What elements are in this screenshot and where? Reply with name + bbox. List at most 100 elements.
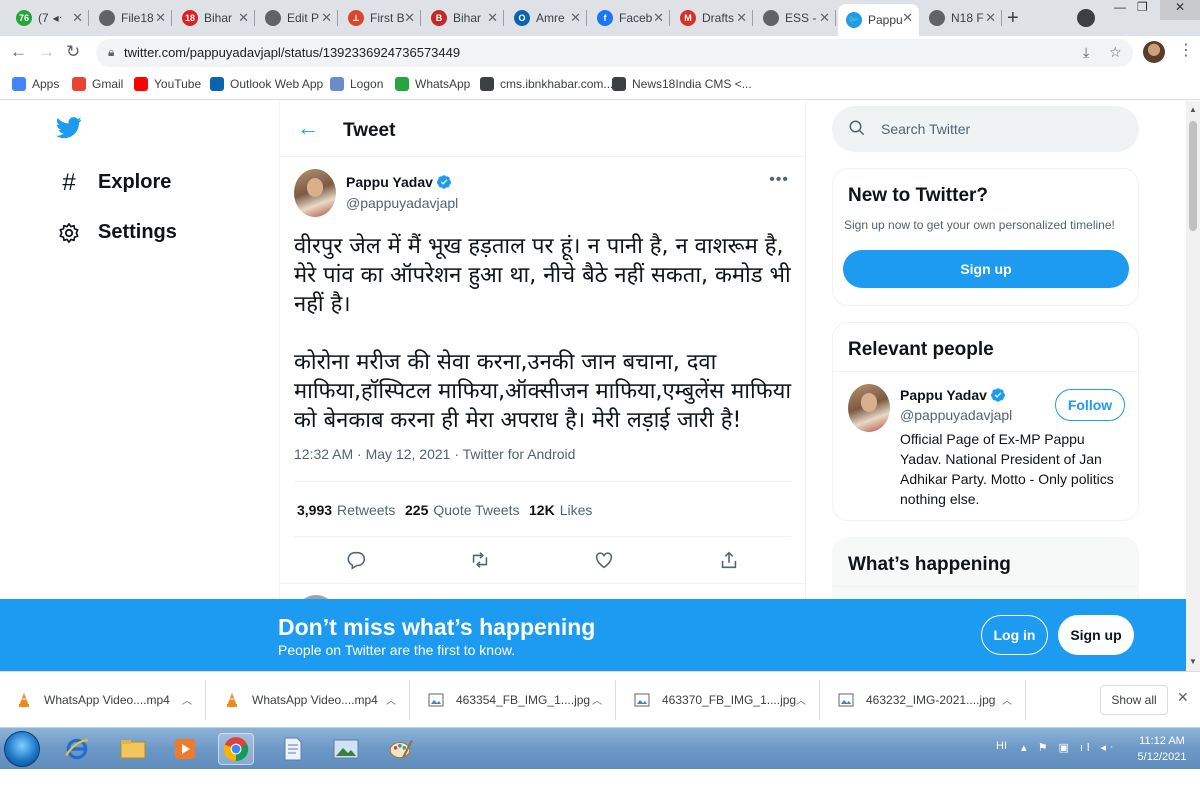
bookmark-item[interactable]: News18India CMS <... bbox=[612, 77, 752, 91]
bookmark-item[interactable]: cms.ibnkhabar.com... bbox=[480, 77, 613, 91]
author-name[interactable]: Pappu Yadav bbox=[346, 174, 452, 190]
retweet-icon[interactable] bbox=[469, 549, 491, 571]
restore-button[interactable]: ❐ bbox=[1137, 0, 1148, 20]
tab-close-icon[interactable]: ✕ bbox=[238, 10, 249, 26]
tab-close-icon[interactable]: ✕ bbox=[819, 10, 830, 26]
bookmark-item[interactable]: Apps bbox=[12, 77, 59, 91]
browser-tab[interactable]: 🐦 Pappu ✕ bbox=[838, 4, 919, 36]
scroll-down-icon[interactable]: ▼ bbox=[1189, 657, 1197, 666]
follow-button[interactable]: Follow bbox=[1055, 389, 1125, 421]
browser-tab[interactable]: B Bihar ✕ bbox=[423, 4, 504, 32]
back-arrow-icon[interactable]: ← bbox=[297, 115, 319, 141]
tab-audio-icon[interactable]: ◂ᐧ bbox=[53, 11, 62, 25]
more-options-icon[interactable]: ••• bbox=[769, 171, 789, 189]
file-explorer-icon[interactable] bbox=[115, 733, 151, 765]
download-item[interactable]: 463354_FB_IMG_1....jpg ︿ bbox=[412, 672, 616, 728]
scroll-up-icon[interactable]: ▲ bbox=[1189, 105, 1197, 114]
install-icon[interactable]: ⤓ bbox=[1083, 44, 1089, 61]
likes-stat[interactable]: 12K Likes bbox=[529, 502, 592, 518]
bookmark-item[interactable]: Gmail bbox=[72, 77, 123, 91]
download-options-chevron-icon[interactable]: ︿ bbox=[796, 692, 806, 707]
retweets-stat[interactable]: 3,993 Retweets bbox=[297, 502, 395, 518]
photo-viewer-icon[interactable] bbox=[328, 733, 364, 765]
system-clock[interactable]: 11:12 AM 5/12/2021 bbox=[1132, 733, 1192, 765]
close-window-button[interactable]: ✕ bbox=[1160, 0, 1200, 20]
input-language[interactable]: HI bbox=[996, 740, 1007, 752]
start-button[interactable] bbox=[4, 731, 40, 767]
internet-explorer-icon[interactable] bbox=[59, 733, 95, 765]
minimize-button[interactable]: — bbox=[1114, 0, 1126, 20]
tab-close-icon[interactable]: ✕ bbox=[985, 10, 996, 26]
tab-search-icon[interactable] bbox=[1077, 9, 1095, 27]
download-options-chevron-icon[interactable]: ︿ bbox=[386, 692, 396, 707]
download-options-chevron-icon[interactable]: ︿ bbox=[1002, 692, 1012, 707]
browser-tab[interactable]: File18 ✕ bbox=[91, 4, 172, 32]
author-avatar[interactable] bbox=[294, 169, 336, 217]
download-options-chevron-icon[interactable]: ︿ bbox=[182, 692, 192, 707]
address-bar[interactable]: 🔒︎ twitter.com/pappuyadavjapl/status/139… bbox=[96, 39, 1133, 67]
share-icon[interactable] bbox=[718, 549, 740, 571]
tab-close-icon[interactable]: ✕ bbox=[487, 10, 498, 26]
nav-settings[interactable]: Settings bbox=[58, 221, 177, 244]
tweet-stats: 3,993 Retweets 225 Quote Tweets 12K Likes bbox=[294, 481, 791, 537]
media-player-icon[interactable] bbox=[167, 733, 203, 765]
search-input[interactable]: Search Twitter bbox=[832, 106, 1139, 152]
relevant-person-handle[interactable]: @pappuyadavjapl bbox=[900, 407, 1012, 423]
browser-tab[interactable]: M Drafts ✕ bbox=[672, 4, 753, 32]
bookmark-item[interactable]: Outlook Web App bbox=[210, 77, 323, 91]
download-options-chevron-icon[interactable]: ︿ bbox=[592, 692, 602, 707]
browser-tab[interactable]: 76 (7 ◂ᐧ ✕ bbox=[8, 4, 89, 32]
notepad-icon[interactable] bbox=[275, 733, 311, 765]
relevant-person-avatar[interactable] bbox=[848, 384, 890, 432]
browser-tab[interactable]: ⟂ First B ✕ bbox=[340, 4, 421, 32]
system-tray-icons[interactable]: ▴ ⚑ ▣ ıl ◂ᐧ bbox=[1021, 741, 1117, 754]
download-item[interactable]: 463232_IMG-2021....jpg ︿ bbox=[822, 672, 1026, 728]
tab-close-icon[interactable]: ✕ bbox=[72, 10, 83, 26]
quote-tweets-stat[interactable]: 225 Quote Tweets bbox=[405, 502, 520, 518]
new-tab-button[interactable]: + bbox=[1007, 7, 1019, 30]
sidebar-signup-button[interactable]: Sign up bbox=[843, 250, 1129, 288]
chrome-icon[interactable] bbox=[218, 733, 254, 765]
bookmark-item[interactable]: Logon bbox=[330, 77, 383, 91]
tab-close-icon[interactable]: ✕ bbox=[653, 10, 664, 26]
download-filename: WhatsApp Video....mp4 bbox=[252, 693, 378, 707]
download-item[interactable]: WhatsApp Video....mp4 ︿ bbox=[208, 672, 410, 728]
bookmark-item[interactable]: WhatsApp bbox=[395, 77, 470, 91]
tab-close-icon[interactable]: ✕ bbox=[404, 10, 415, 26]
relevant-person-name[interactable]: Pappu Yadav bbox=[900, 387, 1006, 403]
reply-icon[interactable] bbox=[345, 549, 367, 571]
tab-close-icon[interactable]: ✕ bbox=[736, 10, 747, 26]
reload-icon[interactable]: ↻ bbox=[66, 42, 80, 62]
tweet-timestamp[interactable]: 12:32 AM · May 12, 2021 · Twitter for An… bbox=[294, 446, 575, 462]
author-handle[interactable]: @pappuyadavjapl bbox=[346, 195, 458, 211]
bookmark-label: YouTube bbox=[154, 77, 202, 91]
bookmark-star-icon[interactable]: ☆ bbox=[1109, 44, 1122, 61]
like-heart-icon[interactable] bbox=[593, 549, 615, 571]
browser-tab[interactable]: Edit P ✕ bbox=[257, 4, 338, 32]
browser-tab[interactable]: N18 F ✕ bbox=[921, 4, 1002, 32]
close-download-shelf-icon[interactable]: ✕ bbox=[1177, 689, 1189, 706]
browser-tab[interactable]: ESS - ✕ bbox=[755, 4, 836, 32]
tab-close-icon[interactable]: ✕ bbox=[155, 10, 166, 26]
browser-menu-icon[interactable]: ⋮ bbox=[1178, 40, 1194, 60]
page-scrollbar[interactable]: ▲ ▼ bbox=[1186, 101, 1200, 671]
tab-close-icon[interactable]: ✕ bbox=[321, 10, 332, 26]
login-button[interactable]: Log in bbox=[981, 615, 1048, 655]
scrollbar-thumb[interactable] bbox=[1189, 121, 1197, 231]
show-all-downloads-button[interactable]: Show all bbox=[1100, 685, 1168, 715]
banner-signup-button[interactable]: Sign up bbox=[1058, 615, 1134, 655]
twitter-logo-icon[interactable] bbox=[56, 117, 82, 139]
paint-icon[interactable] bbox=[383, 733, 419, 765]
tab-close-icon[interactable]: ✕ bbox=[570, 10, 581, 26]
bookmark-item[interactable]: YouTube bbox=[134, 77, 201, 91]
browser-tab[interactable]: 18 Bihar ✕ bbox=[174, 4, 255, 32]
profile-avatar[interactable] bbox=[1143, 41, 1165, 63]
browser-tab[interactable]: O Amre ✕ bbox=[506, 4, 587, 32]
nav-explore[interactable]: # Explore bbox=[58, 169, 171, 196]
download-item[interactable]: 463370_FB_IMG_1....jpg ︿ bbox=[618, 672, 820, 728]
download-item[interactable]: WhatsApp Video....mp4 ︿ bbox=[0, 672, 206, 728]
tab-close-icon[interactable]: ✕ bbox=[902, 10, 913, 26]
back-icon[interactable]: ← bbox=[10, 42, 27, 62]
browser-tab[interactable]: f Faceb ✕ bbox=[589, 4, 670, 32]
forward-icon[interactable]: → bbox=[38, 42, 55, 62]
